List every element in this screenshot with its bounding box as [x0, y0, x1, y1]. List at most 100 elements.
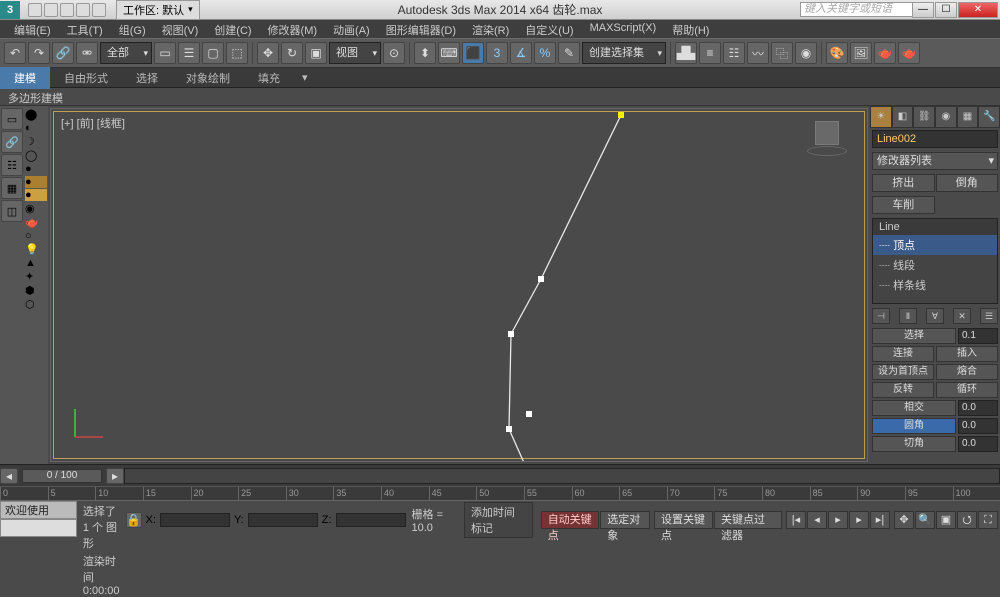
r-connect-button[interactable]: 连接 [872, 346, 934, 362]
unlink-button[interactable]: ⚮ [76, 42, 98, 64]
stack-show-icon[interactable]: Ⅱ [899, 308, 917, 324]
menu-rendering[interactable]: 渲染(R) [464, 20, 517, 38]
play-icon[interactable]: ▸ [828, 511, 848, 529]
lt2-d-icon[interactable]: ◯ [25, 149, 47, 162]
time-slider[interactable]: ◂ 0 / 100 ▸ [0, 464, 1000, 486]
lt-display-icon[interactable]: ◫ [1, 200, 23, 222]
stack-segment[interactable]: ┈ 线段 [873, 255, 997, 275]
cmdtab-hierarchy-icon[interactable]: ⛓ [913, 106, 935, 128]
lt2-light-icon[interactable]: 💡 [25, 243, 47, 256]
schematic-view-button[interactable]: ⿻ [771, 42, 793, 64]
mod-lathe-button[interactable]: 车削 [872, 196, 935, 214]
stack-unique-icon[interactable]: ∀ [926, 308, 944, 324]
undo-button[interactable]: ↶ [4, 42, 26, 64]
qat-new-icon[interactable] [28, 3, 42, 17]
lt2-teapot-icon[interactable]: 🫖 [25, 216, 47, 229]
timeline-prev-icon[interactable]: ◂ [0, 468, 18, 484]
maxscript-mini-listener[interactable]: 欢迎使用 MAXScr [0, 501, 77, 519]
render-frame-button[interactable]: 🖼 [850, 42, 872, 64]
menu-grapheditors[interactable]: 图形编辑器(D) [378, 20, 464, 38]
next-frame-icon[interactable]: ▸ [849, 511, 869, 529]
timeline-next-icon[interactable]: ▸ [106, 468, 124, 484]
coord-y-input[interactable] [248, 513, 318, 527]
stack-remove-icon[interactable]: ✕ [953, 308, 971, 324]
lt2-f-icon[interactable]: ● [25, 176, 47, 188]
tab-selection[interactable]: 选择 [122, 67, 172, 89]
scale-button[interactable]: ▣ [305, 42, 327, 64]
r-select-value[interactable]: 0.1 [958, 328, 998, 344]
zoom-extents-icon[interactable]: ▣ [936, 511, 956, 529]
menu-modifiers[interactable]: 修改器(M) [260, 20, 326, 38]
selection-filter-dropdown[interactable]: 全部 [100, 42, 152, 64]
r-select[interactable]: 选择 [872, 328, 956, 344]
select-object-button[interactable]: ▭ [154, 42, 176, 64]
prev-frame-icon[interactable]: ◂ [807, 511, 827, 529]
help-search-input[interactable]: 键入关键字或短语 [800, 2, 920, 17]
curve-editor-button[interactable]: 〰 [747, 42, 769, 64]
coord-z-input[interactable] [336, 513, 406, 527]
ribbon-expand-icon[interactable]: ▾ [294, 68, 316, 87]
lt2-j-icon[interactable]: ○ [25, 230, 47, 242]
workspace-dropdown[interactable]: 工作区: 默认▾ [116, 0, 200, 20]
menu-create[interactable]: 创建(C) [206, 20, 259, 38]
r-cycle-button[interactable]: 循环 [936, 382, 998, 398]
r-intersect-button[interactable]: 相交 [872, 400, 956, 416]
keyboard-shortcut-button[interactable]: ⌨ [438, 42, 460, 64]
tab-freeform[interactable]: 自由形式 [50, 67, 122, 89]
maximize-button[interactable]: ☐ [935, 2, 957, 18]
selected-dropdown[interactable]: 选定对象 [600, 511, 650, 529]
r-chamfer-spinner[interactable]: 0.0 [958, 436, 998, 452]
mod-bevel-button[interactable]: 倒角 [936, 174, 999, 192]
r-fillet-button[interactable]: 圆角 [872, 418, 956, 434]
stack-line[interactable]: Line [873, 219, 997, 235]
zoom-icon[interactable]: 🔍 [915, 511, 935, 529]
lt2-l-icon[interactable]: ▲ [25, 257, 47, 269]
percent-snap-button[interactable]: ∡ [510, 42, 532, 64]
refcoord-dropdown[interactable]: 视图 [329, 42, 381, 64]
window-crossing-button[interactable]: ⬚ [226, 42, 248, 64]
r-chamfer-button[interactable]: 切角 [872, 436, 956, 452]
menu-help[interactable]: 帮助(H) [664, 20, 717, 38]
app-icon[interactable]: 3 [0, 1, 20, 19]
coord-x-input[interactable] [160, 513, 230, 527]
cmdtab-display-icon[interactable]: ▦ [957, 106, 979, 128]
qat-save-icon[interactable] [60, 3, 74, 17]
cmdtab-motion-icon[interactable]: ◉ [935, 106, 957, 128]
use-center-button[interactable]: ⊙ [383, 42, 405, 64]
setkey-button[interactable]: 设置关键点 [654, 511, 713, 529]
qat-redo-icon[interactable] [92, 3, 106, 17]
link-button[interactable]: 🔗 [52, 42, 74, 64]
r-fillet-spinner[interactable]: 0.0 [958, 418, 998, 434]
stack-pin-icon[interactable]: ⊣ [872, 308, 890, 324]
autokey-button[interactable]: 自动关键点 [541, 511, 600, 529]
mirror-button[interactable]: ▟▙ [675, 42, 697, 64]
material-editor-button[interactable]: ◉ [795, 42, 817, 64]
viewport[interactable]: [+] [前] [线框] [50, 108, 868, 462]
add-time-tag[interactable]: 添加时间标记 [464, 502, 533, 538]
keyfilter-button[interactable]: 关键点过滤器 [714, 511, 782, 529]
goto-end-icon[interactable]: ▸| [870, 511, 890, 529]
redo-button[interactable]: ↷ [28, 42, 50, 64]
lt2-h-icon[interactable]: ◉ [25, 202, 47, 215]
maximize-viewport-icon[interactable]: ⛶ [978, 511, 998, 529]
modifier-list-dropdown[interactable]: 修改器列表 [872, 152, 998, 170]
mod-extrude-button[interactable]: 挤出 [872, 174, 935, 192]
lt2-g-icon[interactable]: ● [25, 189, 47, 201]
stack-vertex[interactable]: ┈ 顶点 [873, 235, 997, 255]
menu-group[interactable]: 组(G) [111, 20, 154, 38]
orbit-icon[interactable]: ⭯ [957, 511, 977, 529]
move-button[interactable]: ✥ [257, 42, 279, 64]
lt-select-icon[interactable]: ▭ [1, 108, 23, 130]
close-button[interactable]: ✕ [958, 2, 998, 18]
cmdtab-modify-icon[interactable]: ◧ [892, 106, 914, 128]
object-name-field[interactable]: Line002 [872, 130, 998, 148]
lt2-a-icon[interactable]: ⬤ [25, 108, 47, 121]
stack-config-icon[interactable]: ☰ [980, 308, 998, 324]
lt-layers-icon[interactable]: ☷ [1, 154, 23, 176]
time-slider-handle[interactable]: 0 / 100 [22, 469, 102, 483]
minimize-button[interactable]: — [912, 2, 934, 18]
lt2-e-icon[interactable]: ● [25, 163, 47, 175]
qat-undo-icon[interactable] [76, 3, 90, 17]
snap-toggle-button[interactable]: ⬛ [462, 42, 484, 64]
lt2-n-icon[interactable]: ⬢ [25, 284, 47, 297]
